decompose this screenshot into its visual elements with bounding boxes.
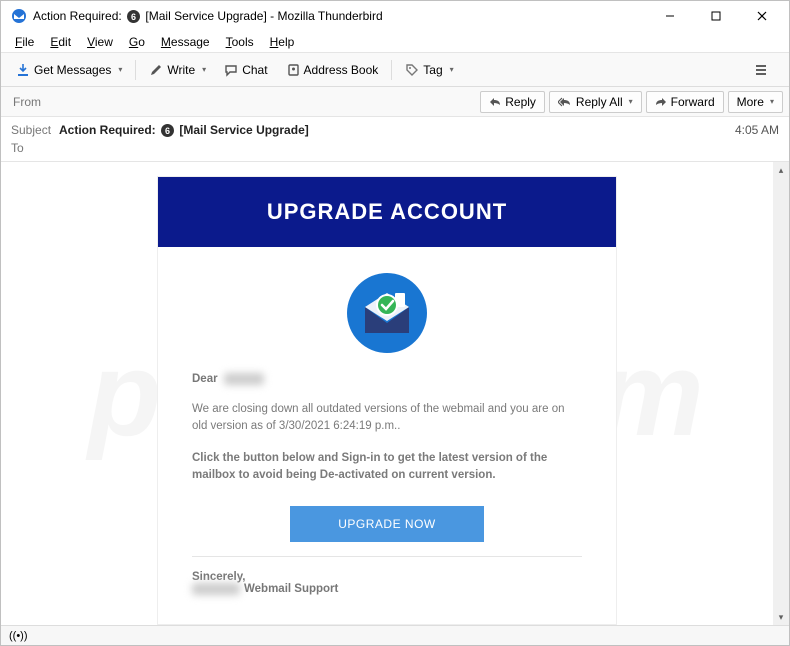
maximize-button[interactable] [693,1,739,31]
toolbar-separator [391,60,392,80]
badge-6-icon: 6 [161,124,174,137]
subject-value: Action Required: 6 [Mail Service Upgrade… [59,123,735,138]
from-label: From [13,95,41,109]
message-body-viewport: pcrisk.com UPGRADE ACCOUNT [1,162,789,625]
scroll-down-arrow[interactable]: ▾ [773,609,789,625]
toolbar-separator [135,60,136,80]
window-buttons [647,1,785,31]
write-button[interactable]: Write [140,58,215,82]
menu-message[interactable]: Message [153,33,218,51]
signoff: Sincerely, [192,571,582,583]
pencil-icon [149,63,163,77]
email-banner: UPGRADE ACCOUNT [158,177,616,247]
menu-view[interactable]: View [79,33,121,51]
message-actions: From Reply Reply All Forward More [1,87,789,117]
chat-button[interactable]: Chat [215,58,276,82]
vertical-scrollbar[interactable]: ▴ ▾ [773,162,789,625]
menu-edit[interactable]: Edit [42,33,79,51]
redacted-signature [192,583,240,595]
menu-help[interactable]: Help [262,33,303,51]
address-book-icon [286,63,300,77]
thunderbird-icon [11,8,27,24]
scroll-up-arrow[interactable]: ▴ [773,162,789,178]
upgrade-now-button[interactable]: UPGRADE NOW [290,506,484,542]
address-book-button[interactable]: Address Book [277,58,388,82]
signature-line: Webmail Support [192,583,582,595]
window-title: Action Required: 6 [Mail Service Upgrade… [33,9,647,24]
reply-all-icon [558,96,572,108]
to-label: To [11,141,59,155]
titlebar: Action Required: 6 [Mail Service Upgrade… [1,1,789,31]
forward-button[interactable]: Forward [646,91,724,113]
body-paragraph-1: We are closing down all outdated version… [192,401,582,436]
body-paragraph-2: Click the button below and Sign-in to ge… [192,450,582,485]
menu-file[interactable]: File [7,33,42,51]
forward-icon [655,96,667,108]
tag-icon [405,63,419,77]
message-time: 4:05 AM [735,123,779,137]
reply-button[interactable]: Reply [480,91,545,113]
greeting-line: Dear [192,373,582,385]
download-icon [16,63,30,77]
more-button[interactable]: More [728,91,783,113]
email-body: Dear We are closing down all outdated ve… [158,247,616,619]
statusbar: ((•)) [1,625,789,645]
online-status-icon[interactable]: ((•)) [9,630,28,642]
badge-6-icon: 6 [127,10,140,23]
menubar: File Edit View Go Message Tools Help [1,31,789,53]
envelope-check-icon [192,271,582,355]
app-menu-button[interactable] [745,58,777,82]
toolbar: Get Messages Write Chat Address Book Tag [1,53,789,87]
email-card: UPGRADE ACCOUNT [157,176,617,625]
chat-icon [224,63,238,77]
email-wrapper: UPGRADE ACCOUNT [1,162,773,625]
message-headers: Subject Action Required: 6 [Mail Service… [1,117,789,162]
subject-label: Subject [11,123,59,137]
minimize-button[interactable] [647,1,693,31]
get-messages-button[interactable]: Get Messages [7,58,131,82]
app-window: Action Required: 6 [Mail Service Upgrade… [0,0,790,646]
divider [192,556,582,557]
hamburger-icon [754,63,768,77]
reply-icon [489,96,501,108]
close-button[interactable] [739,1,785,31]
tag-button[interactable]: Tag [396,58,462,82]
menu-tools[interactable]: Tools [218,33,262,51]
redacted-name [224,373,264,385]
menu-go[interactable]: Go [121,33,153,51]
reply-all-button[interactable]: Reply All [549,91,642,113]
